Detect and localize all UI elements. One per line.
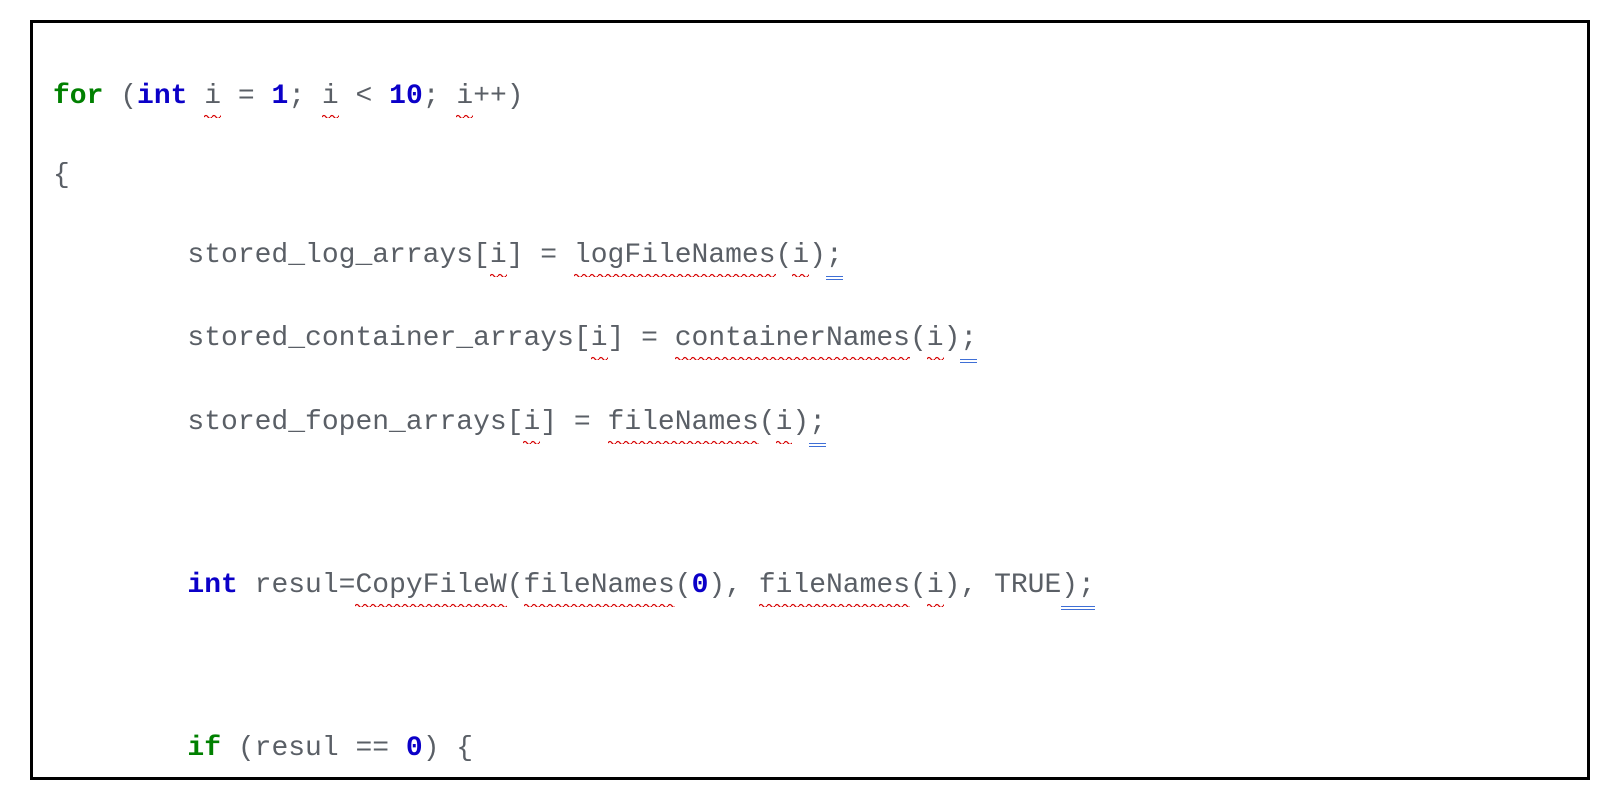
line-7: int resul=CopyFileW(fileNames(0), fileNa… xyxy=(53,566,1567,610)
var-i: i xyxy=(490,236,507,276)
line-8 xyxy=(53,649,1567,689)
literal-1: 1 xyxy=(272,81,289,112)
type-int: int xyxy=(187,570,237,601)
line-9: if (resul == 0) { xyxy=(53,729,1567,769)
line-4: stored_container_arrays[i] = containerNa… xyxy=(53,319,1567,363)
var-i: i xyxy=(776,403,793,443)
keyword-for: for xyxy=(53,81,103,112)
line-6 xyxy=(53,486,1567,526)
literal-0: 0 xyxy=(692,570,709,601)
literal-10: 10 xyxy=(389,81,423,112)
var-i: i xyxy=(591,319,608,359)
fn-CopyFileW: CopyFileW xyxy=(355,566,506,606)
hint-marker: ; xyxy=(960,319,977,363)
fn-containerNames: containerNames xyxy=(675,319,910,359)
var-i: i xyxy=(456,77,473,117)
hint-marker: ; xyxy=(809,403,826,447)
var-i: i xyxy=(927,319,944,359)
fn-fileNames: fileNames xyxy=(759,566,910,606)
fn-fileNames: fileNames xyxy=(608,403,759,443)
code-snippet-box: for (int i = 1; i < 10; i++) { stored_lo… xyxy=(30,20,1590,780)
var-i: i xyxy=(204,77,221,117)
line-1: for (int i = 1; i < 10; i++) xyxy=(53,77,1567,117)
var-i: i xyxy=(523,403,540,443)
hint-marker: ); xyxy=(1061,566,1095,610)
line-3: stored_log_arrays[i] = logFileNames(i); xyxy=(53,236,1567,280)
type-int: int xyxy=(137,81,187,112)
line-2: { xyxy=(53,156,1567,196)
literal-0: 0 xyxy=(406,733,423,764)
var-i: i xyxy=(927,566,944,606)
var-i: i xyxy=(322,77,339,117)
keyword-if: if xyxy=(187,733,221,764)
line-5: stored_fopen_arrays[i] = fileNames(i); xyxy=(53,403,1567,447)
fn-logFileNames: logFileNames xyxy=(574,236,776,276)
fn-fileNames: fileNames xyxy=(524,566,675,606)
hint-marker: ; xyxy=(826,236,843,280)
var-i: i xyxy=(792,236,809,276)
